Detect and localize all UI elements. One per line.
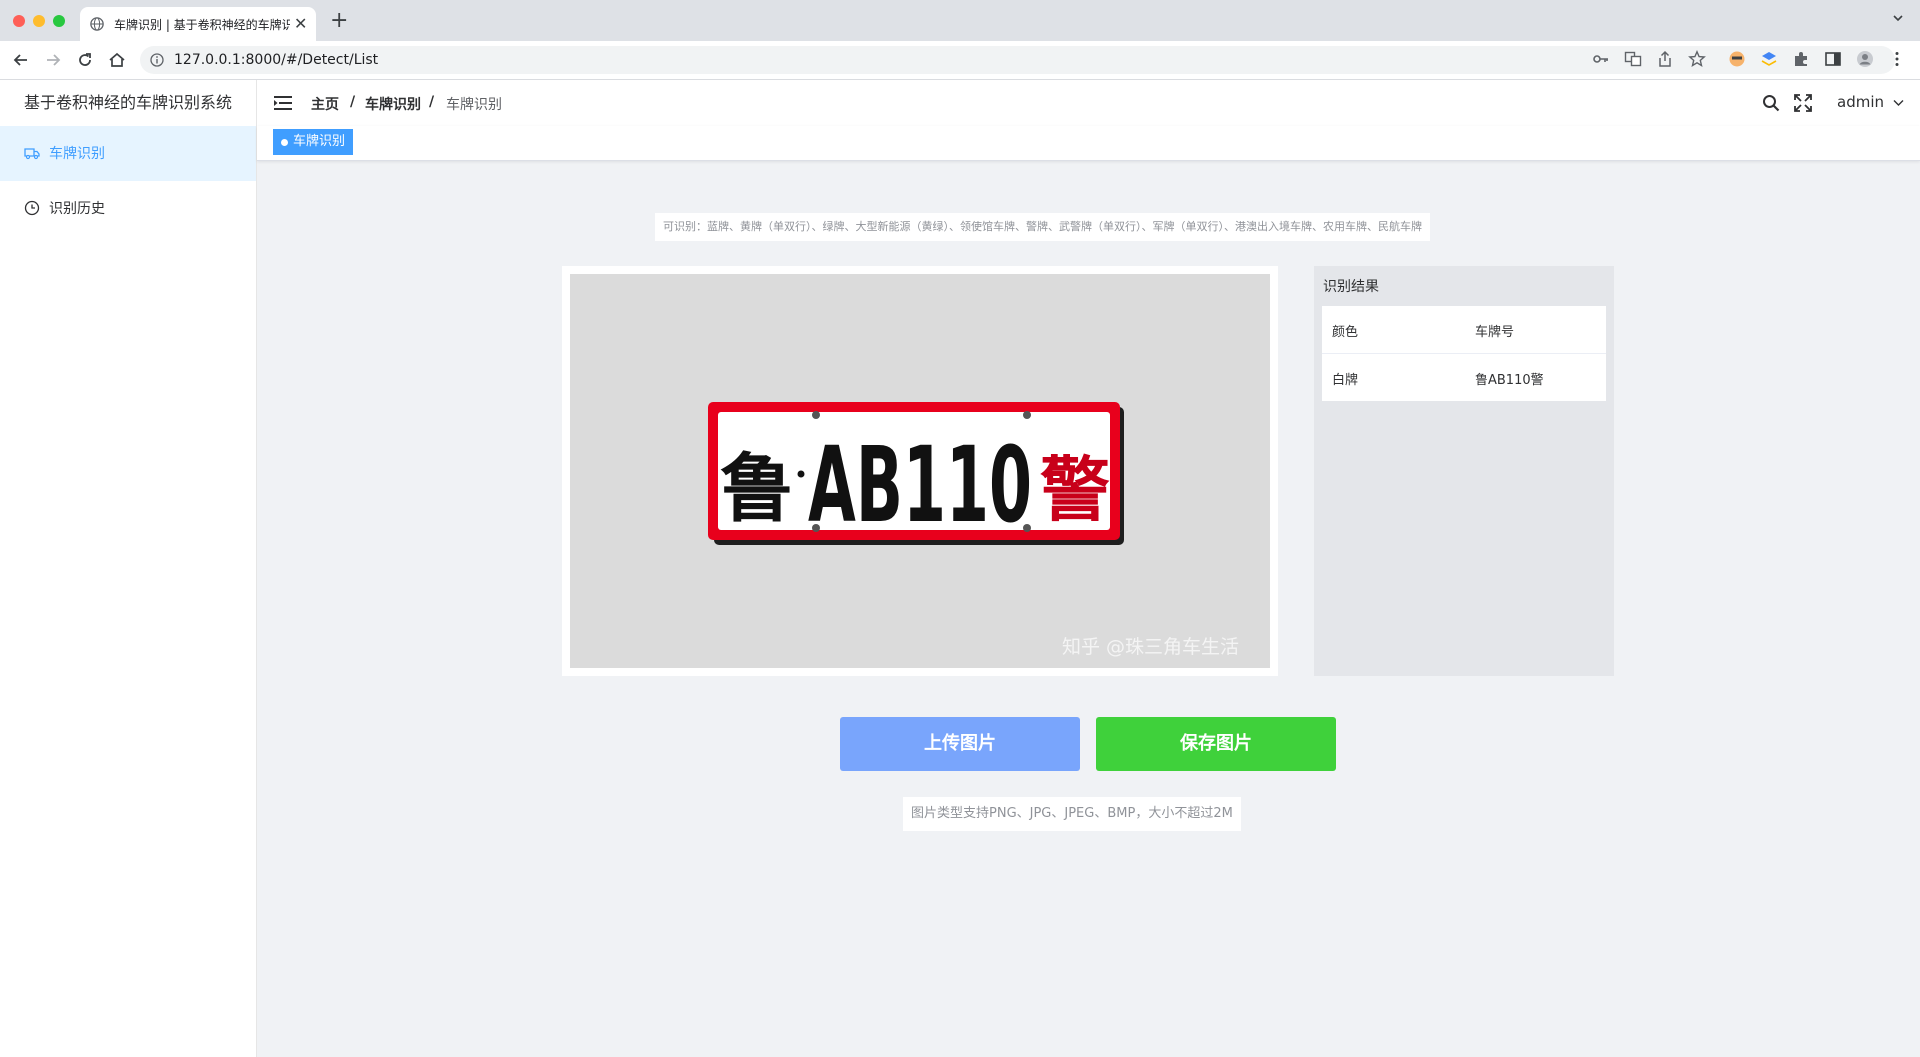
image-preview-card: 鲁 AB110 警 知乎 @珠三角车生活 bbox=[562, 266, 1278, 676]
breadcrumb-plate-recognition[interactable]: 车牌识别 bbox=[365, 94, 421, 114]
extension-avatar-icon[interactable] bbox=[1728, 50, 1746, 68]
sidebar: 基于卷积神经的车牌识别系统 车牌识别 识别历史 bbox=[0, 80, 257, 1057]
translate-icon[interactable] bbox=[1624, 50, 1642, 68]
sidebar-item-label: 车牌识别 bbox=[49, 146, 105, 162]
new-tab-button[interactable]: + bbox=[330, 8, 348, 33]
star-icon[interactable] bbox=[1688, 50, 1706, 68]
tag-label: 车牌识别 bbox=[293, 134, 346, 149]
sidebar-item-plate-recognition[interactable]: 车牌识别 bbox=[0, 126, 256, 181]
chevron-down-icon[interactable] bbox=[1892, 12, 1904, 24]
cell-plate: 鲁AB110警 bbox=[1475, 373, 1544, 388]
table-header-row: 颜色 车牌号 bbox=[1322, 306, 1606, 354]
hamburger-menu-icon[interactable] bbox=[274, 95, 292, 111]
side-panel-icon[interactable] bbox=[1824, 50, 1842, 68]
url-text[interactable]: 127.0.0.1:8000/#/Detect/List bbox=[174, 52, 378, 68]
breadcrumb-separator: / bbox=[429, 94, 435, 110]
more-vert-icon[interactable] bbox=[1888, 50, 1906, 68]
globe-icon bbox=[90, 17, 104, 31]
tag-plate-recognition[interactable]: 车牌识别 bbox=[273, 129, 354, 155]
plate-code: AB110 bbox=[808, 424, 1032, 546]
tab-title: 车牌识别 | 基于卷积神经的车牌识 bbox=[114, 18, 290, 32]
breadcrumb-current: 车牌识别 bbox=[446, 97, 502, 113]
key-icon[interactable] bbox=[1592, 50, 1610, 68]
tags-view-bar: 车牌识别 bbox=[257, 126, 1920, 161]
forward-arrow-icon[interactable] bbox=[43, 50, 63, 70]
result-panel: 识别结果 颜色 车牌号 白牌 鲁AB110警 bbox=[1314, 266, 1614, 676]
breadcrumb-separator: / bbox=[350, 94, 356, 110]
back-arrow-icon[interactable] bbox=[11, 50, 31, 70]
sidebar-item-history[interactable]: 识别历史 bbox=[0, 181, 256, 236]
puzzle-icon[interactable] bbox=[1792, 50, 1810, 68]
cell-color: 白牌 bbox=[1332, 373, 1359, 388]
layers-extension-icon[interactable] bbox=[1760, 50, 1778, 68]
sidebar-item-label: 识别历史 bbox=[49, 201, 105, 217]
top-header: 主页 / 车牌识别 / 车牌识别 admin bbox=[257, 80, 1920, 126]
supported-plates-note: 可识别：蓝牌、黄牌（单双行）、绿牌、大型新能源（黄绿）、领使馆车牌、警牌、武警牌… bbox=[655, 213, 1430, 241]
breadcrumb-home[interactable]: 主页 bbox=[311, 94, 339, 114]
image-watermark: 知乎 @珠三角车生活 bbox=[1062, 636, 1240, 658]
table-row: 白牌 鲁AB110警 bbox=[1322, 354, 1606, 401]
username: admin bbox=[1837, 93, 1884, 111]
minimize-window-button[interactable] bbox=[33, 15, 45, 27]
browser-tab-strip: 车牌识别 | 基于卷积神经的车牌识 ✕ + bbox=[0, 0, 1920, 41]
share-icon[interactable] bbox=[1656, 50, 1674, 68]
truck-icon bbox=[24, 148, 40, 160]
save-image-button[interactable]: 保存图片 bbox=[1096, 717, 1336, 771]
home-icon[interactable] bbox=[107, 50, 127, 70]
upload-image-button[interactable]: 上传图片 bbox=[840, 717, 1080, 771]
column-header-color: 颜色 bbox=[1332, 325, 1359, 340]
plate-suffix-char: 警 bbox=[1040, 449, 1110, 531]
plate-province-char: 鲁 bbox=[720, 446, 794, 532]
user-menu[interactable]: admin bbox=[1837, 93, 1904, 111]
fullscreen-icon[interactable] bbox=[1794, 94, 1812, 112]
browser-tab[interactable]: 车牌识别 | 基于卷积神经的车牌识 ✕ bbox=[80, 7, 316, 41]
info-icon[interactable] bbox=[150, 53, 164, 67]
result-title: 识别结果 bbox=[1323, 279, 1379, 295]
browser-toolbar: 127.0.0.1:8000/#/Detect/List bbox=[0, 41, 1920, 80]
file-type-tip: 图片类型支持PNG、JPG、JPEG、BMP，大小不超过2M bbox=[903, 797, 1241, 831]
close-tab-icon[interactable]: ✕ bbox=[294, 14, 307, 33]
plate-image: 鲁 AB110 警 知乎 @珠三角车生活 bbox=[570, 274, 1270, 668]
reload-icon[interactable] bbox=[75, 50, 95, 70]
search-icon[interactable] bbox=[1762, 94, 1780, 112]
active-dot bbox=[281, 139, 288, 146]
result-table: 颜色 车牌号 白牌 鲁AB110警 bbox=[1322, 306, 1606, 401]
zoom-window-button[interactable] bbox=[53, 15, 65, 27]
profile-icon[interactable] bbox=[1856, 50, 1874, 68]
close-window-button[interactable] bbox=[13, 15, 25, 27]
chevron-down-icon bbox=[1893, 100, 1904, 106]
license-plate-photo: 鲁 AB110 警 bbox=[570, 274, 1270, 668]
app-brand-title: 基于卷积神经的车牌识别系统 bbox=[23, 93, 232, 112]
column-header-plate: 车牌号 bbox=[1475, 325, 1515, 340]
clock-icon bbox=[24, 200, 40, 216]
